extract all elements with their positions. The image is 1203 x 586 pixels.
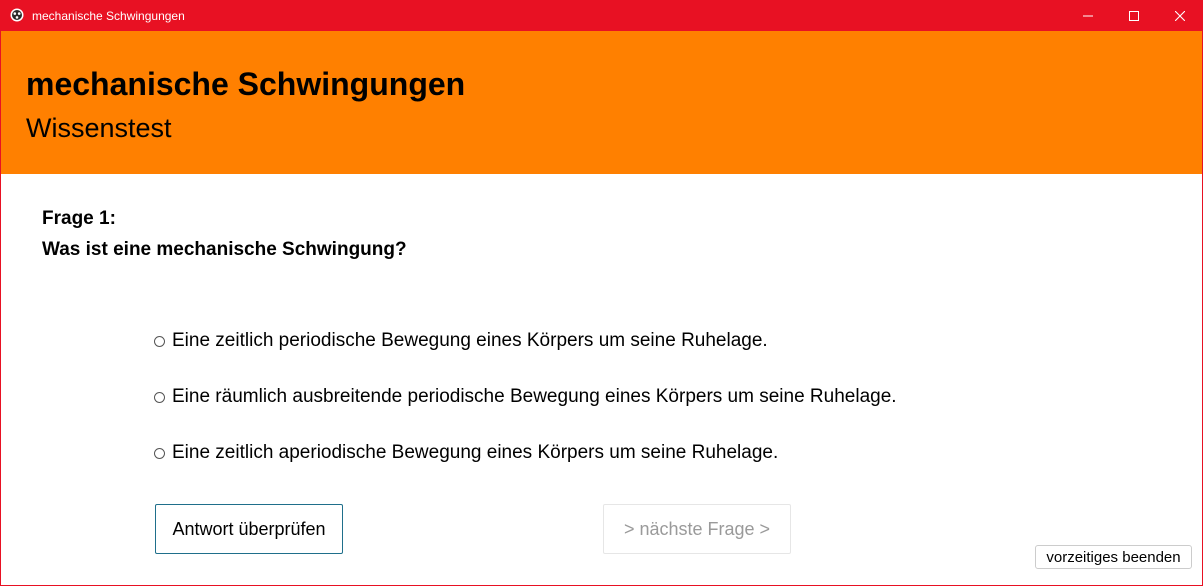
answer-option-label: Eine zeitlich periodische Bewegung eines… [172, 330, 768, 351]
check-answer-button[interactable]: Antwort überprüfen [155, 504, 343, 554]
page-subtitle: Wissenstest [26, 113, 172, 143]
question-text: Was ist eine mechanische Schwingung? [42, 239, 407, 260]
close-icon [1175, 10, 1185, 21]
app-window: mechanische Schwingungen mechanische Sch… [0, 0, 1203, 586]
answer-option-label: Eine räumlich ausbreitende periodische B… [172, 386, 897, 407]
window-title: mechanische Schwingungen [32, 9, 185, 23]
answer-option-label: Eine zeitlich aperiodische Bewegung eine… [172, 442, 779, 463]
radio-button[interactable] [154, 391, 165, 403]
radio-button[interactable] [154, 335, 165, 347]
answer-option-3[interactable]: Eine zeitlich aperiodische Bewegung eine… [154, 441, 778, 465]
header-banner: mechanische Schwingungen Wissenstest [1, 31, 1202, 174]
close-button[interactable] [1157, 0, 1203, 31]
answer-option-1[interactable]: Eine zeitlich periodische Bewegung eines… [154, 329, 768, 353]
radio-button[interactable] [154, 447, 165, 459]
minimize-icon [1083, 11, 1093, 21]
question-number: Frage 1: [42, 208, 116, 229]
answer-option-2[interactable]: Eine räumlich ausbreitende periodische B… [154, 385, 897, 409]
title-bar[interactable]: mechanische Schwingungen [1, 0, 1203, 31]
end-early-button[interactable]: vorzeitiges beenden [1035, 545, 1192, 569]
maximize-icon [1129, 10, 1139, 21]
next-question-button[interactable]: > nächste Frage > [603, 504, 791, 554]
maximize-button[interactable] [1111, 0, 1157, 31]
minimize-button[interactable] [1065, 0, 1111, 31]
app-icon [10, 8, 24, 22]
page-title: mechanische Schwingungen [26, 66, 466, 102]
